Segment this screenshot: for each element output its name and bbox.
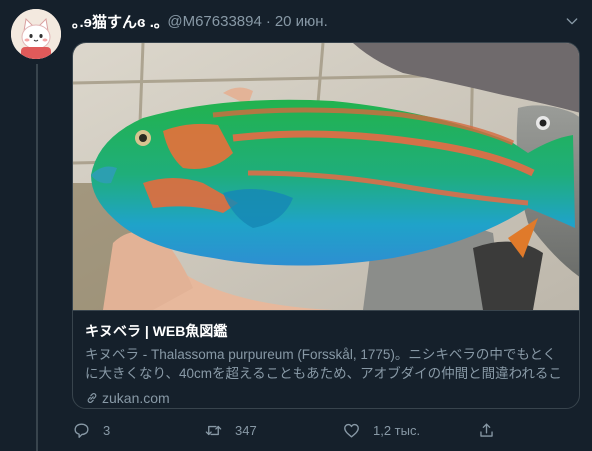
thread-line xyxy=(36,64,38,451)
retweet-button[interactable]: 347 xyxy=(204,419,257,441)
reply-count: 3 xyxy=(103,422,111,438)
heart-icon xyxy=(344,423,359,438)
share-icon xyxy=(480,422,493,437)
tweet-actions: 3 347 1,2 тыс. xyxy=(72,419,580,441)
tweet-header: ｡.ɘ猫すんɞ .｡ @M67633894 · 20 июн. xyxy=(72,11,580,31)
separator-dot: · xyxy=(265,12,271,30)
user-handle[interactable]: @M67633894 xyxy=(167,13,261,30)
card-domain: zukan.com xyxy=(85,389,569,407)
fish-photo xyxy=(73,43,579,310)
retweet-icon xyxy=(205,425,222,435)
card-description: キヌベラ - Thalassoma purpureum (Forsskål, 1… xyxy=(85,347,562,381)
like-button[interactable]: 1,2 тыс. xyxy=(342,419,420,441)
link-card[interactable]: キヌベラ | WEB魚図鑑 キヌベラ - Thalassoma purpureu… xyxy=(72,42,580,409)
reply-icon xyxy=(74,422,89,438)
display-name[interactable]: ｡.ɘ猫すんɞ .｡ xyxy=(72,11,161,32)
retweet-count: 347 xyxy=(235,422,257,438)
card-title: キヌベラ | WEB魚図鑑 xyxy=(85,323,228,339)
share-button[interactable] xyxy=(477,419,508,441)
card-domain-text: zukan.com xyxy=(102,390,170,406)
link-icon xyxy=(87,393,97,403)
reply-button[interactable]: 3 xyxy=(72,419,110,441)
card-body: キヌベラ | WEB魚図鑑 キヌベラ - Thalassoma purpureu… xyxy=(73,310,579,408)
avatar-cat-image xyxy=(11,9,61,59)
like-count: 1,2 тыс. xyxy=(373,422,421,438)
tweet-date[interactable]: 20 июн. xyxy=(275,13,328,30)
avatar[interactable] xyxy=(11,9,61,59)
chevron-down-icon[interactable] xyxy=(564,13,580,29)
